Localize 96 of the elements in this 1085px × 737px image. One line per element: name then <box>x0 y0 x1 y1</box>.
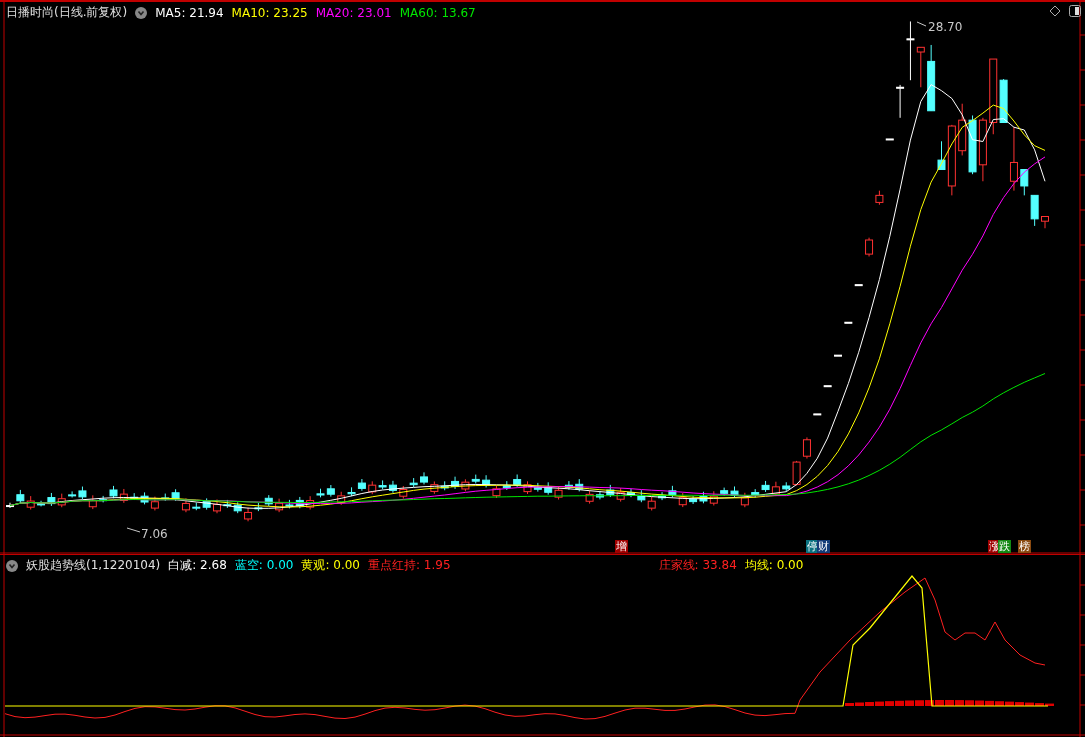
candlestick <box>451 476 460 490</box>
candlestick <box>885 138 894 141</box>
signal-badge: 榜 <box>1018 540 1031 553</box>
ma-value: MA5: 21.94 <box>155 5 224 20</box>
ma-value: MA10: 23.25 <box>231 5 308 20</box>
candlestick <box>761 480 770 493</box>
candlestick <box>606 484 615 498</box>
candlestick <box>1020 169 1029 196</box>
indicator-value: 蓝空: 0.00 <box>234 557 294 574</box>
candlestick <box>409 477 418 488</box>
indicator-title: 妖股趋势线(1,1220104) <box>26 557 161 574</box>
chart-title: 日播时尚(日线.前复权) <box>6 4 128 21</box>
dropdown-icon[interactable] <box>6 559 18 572</box>
candlestick <box>658 491 667 501</box>
candlestick <box>813 413 822 416</box>
candlestick <box>802 436 811 460</box>
indicator-value: 均线: 0.00 <box>744 557 804 574</box>
candlestick <box>1041 216 1049 229</box>
candlestick <box>6 502 14 509</box>
candlestick <box>844 321 853 324</box>
candlestick <box>1030 194 1039 227</box>
candlestick <box>337 491 346 506</box>
candlestick <box>482 474 491 488</box>
candlestick <box>896 84 905 119</box>
candlestick <box>927 44 936 112</box>
candlestick <box>730 486 739 499</box>
ma-value: MA20: 23.01 <box>315 5 392 20</box>
candlestick <box>978 117 987 182</box>
panel-icon[interactable] <box>1069 5 1081 17</box>
candlestick <box>213 498 221 514</box>
candlestick <box>699 491 708 504</box>
candlestick <box>57 493 66 508</box>
candlestick <box>378 479 387 490</box>
indicator-value: 庄家线: 33.84 <box>658 557 737 574</box>
signal-badge: 增 <box>615 540 628 553</box>
candlestick <box>233 501 242 514</box>
candlestick <box>150 496 159 511</box>
candlestick <box>471 474 480 485</box>
dropdown-icon[interactable] <box>135 6 148 19</box>
signal-badge: 跌 <box>998 540 1011 553</box>
candlestick <box>709 490 718 506</box>
candlestick <box>119 488 128 504</box>
candlestick <box>388 480 397 494</box>
candlestick <box>26 495 35 511</box>
candlestick <box>461 478 470 492</box>
candlestick <box>440 480 449 491</box>
candlestick <box>430 481 439 495</box>
leader-line <box>916 21 927 27</box>
candlestick <box>689 495 698 505</box>
indicator-value: 白减: 2.68 <box>168 557 227 574</box>
indicator-value: 重点红持: 1.95 <box>368 557 451 574</box>
indicator-value: 黄观: 0.00 <box>301 557 360 574</box>
candlestick <box>968 114 977 175</box>
candlestick <box>823 385 832 388</box>
candlestick <box>740 492 749 508</box>
candlestick <box>834 354 842 357</box>
candlestick <box>399 485 408 500</box>
candlestick <box>513 474 522 488</box>
candlestick <box>533 482 542 493</box>
candlestick <box>958 103 967 156</box>
candlestick <box>368 480 377 495</box>
candlestick <box>854 284 863 287</box>
candlestick <box>637 489 646 503</box>
candlestick <box>554 486 563 501</box>
low-price-label: 7.06 <box>141 527 168 541</box>
candlestick <box>502 480 511 491</box>
candlestick <box>647 496 656 511</box>
candlestick <box>720 487 729 497</box>
diamond-icon[interactable] <box>1049 5 1061 17</box>
candlestick <box>326 484 335 498</box>
high-price-label: 28.70 <box>928 20 963 34</box>
candlestick <box>875 190 884 206</box>
candlestick <box>1009 126 1018 192</box>
candlestick <box>264 494 273 507</box>
candlestick <box>16 489 25 504</box>
candlestick <box>523 480 532 495</box>
leader-line <box>126 527 141 533</box>
candlestick <box>564 480 573 491</box>
candlestick <box>678 492 687 508</box>
candlestick <box>492 485 501 499</box>
candlestick <box>751 488 760 499</box>
candlestick <box>771 481 780 497</box>
candlestick <box>357 478 366 492</box>
candlestick <box>575 478 584 492</box>
candlestick <box>627 488 635 498</box>
ma-value: MA60: 13.67 <box>399 5 476 20</box>
signal-badge: 财 <box>817 540 830 553</box>
candlestick <box>865 237 874 257</box>
candlestick <box>88 494 97 510</box>
candlestick <box>347 486 356 497</box>
candlestick <box>181 497 190 513</box>
candlestick <box>616 487 625 503</box>
candlestick <box>420 471 428 485</box>
candlestick <box>544 481 553 496</box>
candlestick <box>668 485 677 499</box>
candlestick <box>295 496 304 509</box>
